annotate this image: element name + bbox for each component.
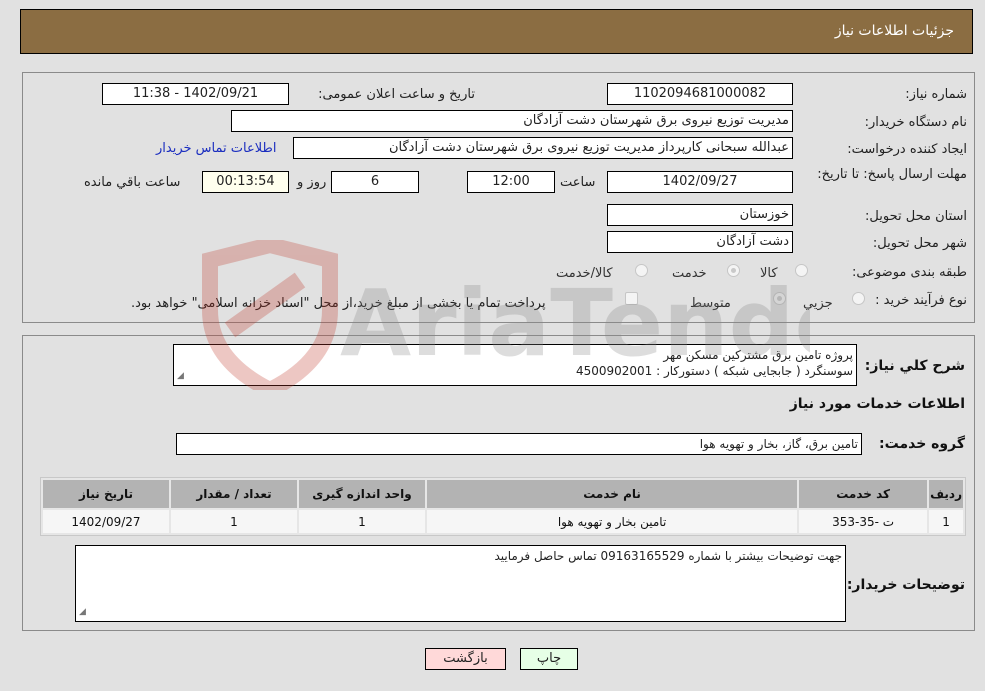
services-table: ردیف کد خدمت نام خدمت واحد اندازه گیری ت… xyxy=(40,477,966,536)
description-line-1: پروژه تامین برق مشترکین مسکن مهر xyxy=(663,348,853,362)
days-label: روز و xyxy=(297,175,327,190)
col-unit: واحد اندازه گیری xyxy=(299,480,425,508)
treasury-checkbox[interactable] xyxy=(625,292,638,305)
buyer-contact-link[interactable]: اطلاعات تماس خریدار xyxy=(156,141,276,156)
category-option-service: خدمت xyxy=(672,266,707,281)
process-radio-minor[interactable] xyxy=(852,292,865,305)
process-option-medium: متوسط xyxy=(690,296,731,311)
creator-field: عبدالله سبحانی کارپرداز مدیریت توزیع نیر… xyxy=(293,137,793,159)
category-radio-service[interactable] xyxy=(727,264,740,277)
description-textarea[interactable]: پروژه تامین برق مشترکین مسکن مهر سوسنگرد… xyxy=(173,344,857,386)
deadline-time-label: ساعت xyxy=(560,175,596,190)
buyer-org-label: نام دستگاه خریدار: xyxy=(864,115,967,130)
process-radio-medium[interactable] xyxy=(773,292,786,305)
resize-grip-icon[interactable]: ◢ xyxy=(177,368,184,384)
buyer-notes-textarea[interactable]: جهت توضیحات بیشتر با شماره 09163165529 ت… xyxy=(75,545,846,622)
cell-row-number: 1 xyxy=(929,510,963,533)
need-number-label: شماره نیاز: xyxy=(905,87,967,102)
province-label: استان محل تحویل: xyxy=(865,209,967,224)
process-label: نوع فرآیند خرید : xyxy=(875,293,967,308)
process-option-minor: جزيي xyxy=(803,296,833,311)
category-label: طبقه بندی موضوعی: xyxy=(851,265,967,280)
city-field: دشت آزادگان xyxy=(607,231,793,253)
category-radio-goods-service[interactable] xyxy=(635,264,648,277)
creator-label: ایجاد کننده درخواست: xyxy=(847,142,967,157)
deadline-label: مهلت ارسال پاسخ: تا تاریخ: xyxy=(817,167,967,182)
cell-quantity: 1 xyxy=(171,510,297,533)
remaining-time-field: 00:13:54 xyxy=(202,171,289,193)
service-group-field: تامین برق، گاز، بخار و تهویه هوا xyxy=(176,433,862,455)
cell-need-date: 1402/09/27 xyxy=(43,510,169,533)
announce-field: 1402/09/21 - 11:38 xyxy=(102,83,289,105)
col-quantity: تعداد / مقدار xyxy=(171,480,297,508)
buyer-notes-text: جهت توضیحات بیشتر با شماره 09163165529 ت… xyxy=(494,549,842,563)
deadline-time-field: 12:00 xyxy=(467,171,555,193)
cell-service-code: ت -35-353 xyxy=(799,510,928,533)
print-button[interactable]: چاپ xyxy=(520,648,578,670)
city-label: شهر محل تحویل: xyxy=(872,236,967,251)
deadline-date-field: 1402/09/27 xyxy=(607,171,793,193)
days-remaining-field: 6 xyxy=(331,171,419,193)
announce-label: تاریخ و ساعت اعلان عمومی: xyxy=(318,87,475,102)
col-need-date: تاریخ نیاز xyxy=(43,480,169,508)
services-table-header: ردیف کد خدمت نام خدمت واحد اندازه گیری ت… xyxy=(43,480,963,508)
resize-grip-icon[interactable]: ◢ xyxy=(79,604,86,620)
col-row-number: ردیف xyxy=(929,480,963,508)
need-number-field: 1102094681000082 xyxy=(607,83,793,105)
service-group-label: گروه خدمت: xyxy=(879,436,965,452)
col-service-name: نام خدمت xyxy=(427,480,798,508)
description-label: شرح کلي نياز: xyxy=(864,358,965,374)
province-field: خوزستان xyxy=(607,204,793,226)
back-button[interactable]: بازگشت xyxy=(425,648,506,670)
buyer-notes-label: توضیحات خریدار: xyxy=(846,577,965,593)
category-option-goods-service: کالا/خدمت xyxy=(556,266,613,281)
table-row: 1 ت -35-353 تامین بخار و تهویه هوا 1 1 1… xyxy=(43,510,963,533)
cell-service-name: تامین بخار و تهویه هوا xyxy=(427,510,798,533)
category-option-goods: کالا xyxy=(760,266,778,281)
page-title: جزئیات اطلاعات نیاز xyxy=(834,23,954,39)
col-service-code: کد خدمت xyxy=(799,480,928,508)
buyer-org-field: مدیریت توزیع نیروی برق شهرستان دشت آزادگ… xyxy=(231,110,793,132)
remaining-time-label: ساعت باقي مانده xyxy=(84,175,181,190)
treasury-note: پرداخت تمام یا بخشی از مبلغ خرید،از محل … xyxy=(131,296,546,311)
services-section-title: اطلاعات خدمات مورد نياز xyxy=(789,396,965,412)
description-line-2: سوسنگرد ( جابجایی شبکه ) دستورکار : 4500… xyxy=(575,364,853,378)
page-header: جزئیات اطلاعات نیاز xyxy=(20,9,973,54)
cell-unit: 1 xyxy=(299,510,425,533)
category-radio-goods[interactable] xyxy=(795,264,808,277)
